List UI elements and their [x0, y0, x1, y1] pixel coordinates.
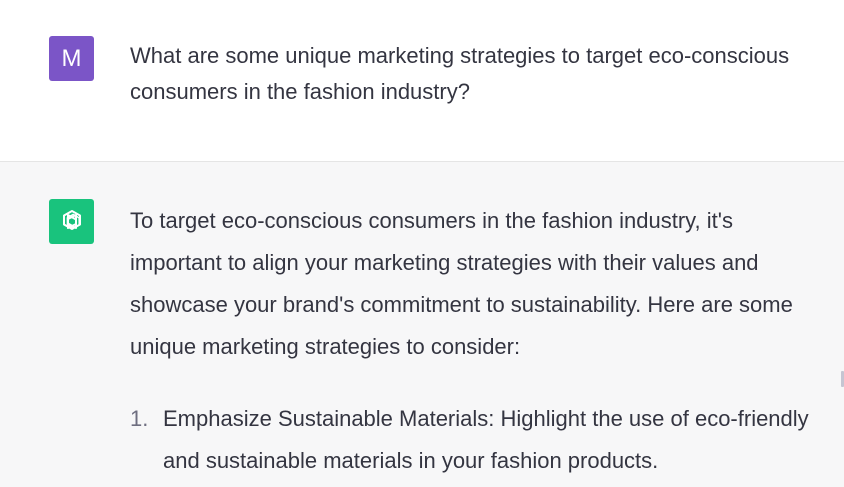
- user-avatar: M: [49, 36, 94, 81]
- openai-logo-icon: [62, 209, 81, 230]
- assistant-message-row: To target eco-conscious consumers in the…: [0, 162, 844, 487]
- list-item-number: 1.: [130, 406, 149, 431]
- assistant-intro-text: To target eco-conscious consumers in the…: [130, 208, 793, 359]
- user-message-row: M What are some unique marketing strateg…: [0, 0, 844, 162]
- user-message-text: What are some unique marketing strategie…: [130, 43, 790, 104]
- list-item-text: Emphasize Sustainable Materials: Highlig…: [163, 406, 809, 473]
- assistant-avatar: [49, 199, 94, 244]
